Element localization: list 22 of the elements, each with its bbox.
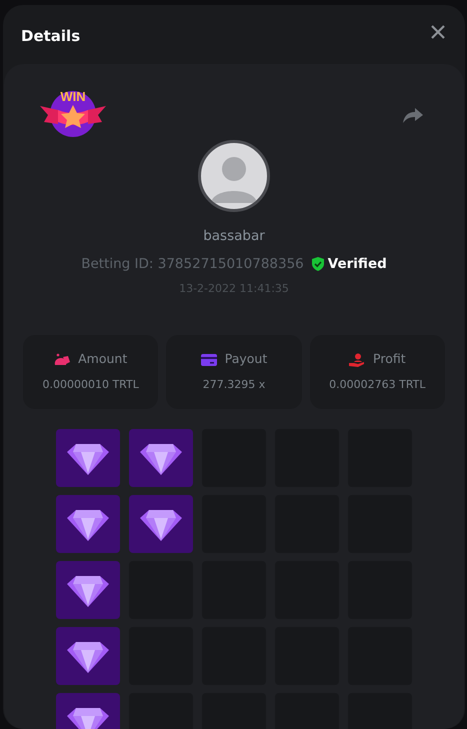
card-icon: [200, 354, 217, 366]
gem-icon: [67, 442, 109, 474]
gem-icon: [67, 706, 109, 729]
close-button[interactable]: [431, 25, 447, 41]
dialog-title: Details: [21, 26, 80, 47]
stat-value: 0.00002763 TRTL: [329, 377, 426, 394]
betting-id: Betting ID: 37852715010788356: [81, 255, 304, 274]
stat-value: 277.3295 x: [202, 377, 266, 394]
stat-label: Payout: [224, 350, 268, 368]
hand-user-icon: [349, 352, 366, 367]
shield-check-icon: [312, 257, 324, 272]
username: bassabar: [203, 227, 265, 246]
stat-label: Profit: [373, 350, 406, 368]
gem-icon: [140, 508, 182, 540]
verified-label: Verified: [328, 255, 387, 274]
gem-icon: [67, 574, 109, 606]
share-icon[interactable]: [403, 108, 423, 123]
stat-value: 0.00000010 TRTL: [42, 377, 139, 394]
gem-icon: [140, 442, 182, 474]
gem-icon: [67, 640, 109, 672]
gem-icon: [67, 508, 109, 540]
stat-label: Amount: [78, 350, 128, 368]
